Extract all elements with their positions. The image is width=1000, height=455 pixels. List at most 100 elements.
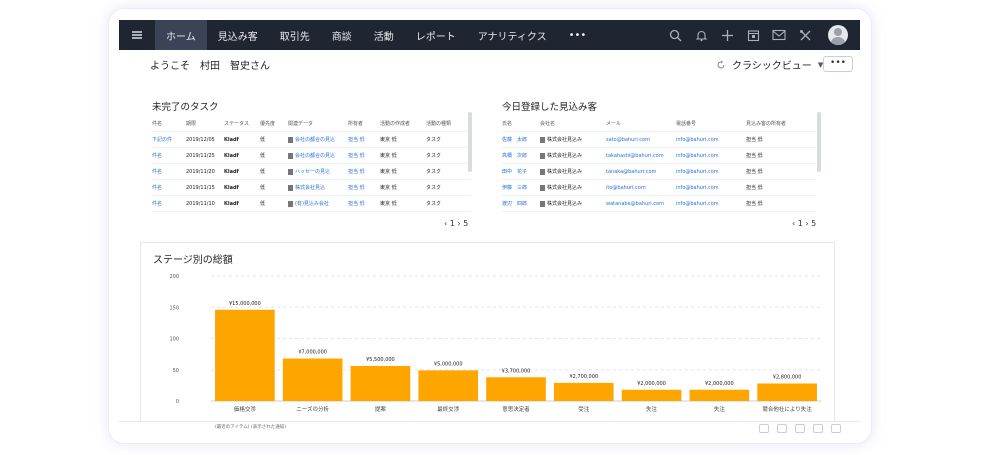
table-cell[interactable]: info@bahuri.com xyxy=(676,153,746,159)
chat-icon[interactable] xyxy=(759,424,769,433)
help-icon[interactable] xyxy=(813,424,823,433)
tab-more[interactable]: ••• xyxy=(558,20,598,50)
bar[interactable] xyxy=(757,383,817,402)
search-icon[interactable] xyxy=(662,20,688,50)
table-row[interactable]: 件名 2019/11/10 Kladf 低 (有)見込み会社 担当 低東京 低 タスク xyxy=(152,196,470,212)
column-header[interactable]: 活動の作成者 xyxy=(380,120,426,127)
bar[interactable] xyxy=(621,389,682,401)
user-avatar[interactable] xyxy=(828,25,848,45)
table-cell: 2019/11/20 xyxy=(186,168,215,175)
column-header[interactable]: メール xyxy=(606,120,676,127)
notes-icon[interactable] xyxy=(795,424,805,433)
table-cell[interactable]: 担当 低 xyxy=(348,184,380,191)
table-cell[interactable]: (有)見込み会社 xyxy=(288,200,348,207)
table-cell[interactable]: info@bahuri.com xyxy=(676,201,746,207)
contacts-icon[interactable] xyxy=(777,424,787,433)
tab-reports[interactable]: レポート xyxy=(405,20,467,50)
table-cell[interactable]: 担当 低 xyxy=(348,152,380,159)
bar-data-label: ¥5,500,000 xyxy=(366,357,395,363)
leads-page-current: 1 xyxy=(797,219,803,228)
table-cell[interactable]: info@bahuri.com xyxy=(676,169,746,175)
column-header[interactable]: 優先度 xyxy=(260,120,288,127)
table-cell[interactable]: ハッセーの見込 xyxy=(288,168,348,175)
table-row[interactable]: 渡辺 四郎 株式会社見込み watanabe@bahuri.com info@bahu… xyxy=(502,196,816,212)
table-cell[interactable]: sato@bahuri.com xyxy=(606,137,676,143)
table-row[interactable]: 高橋 次郎 株式会社見込み takahashi@bahuri.com info@bah… xyxy=(502,148,816,164)
chevron-left-icon[interactable]: ‹ xyxy=(792,219,795,228)
table-cell[interactable]: 件名 xyxy=(152,168,186,175)
bar-data-label: ¥2,800,000 xyxy=(773,375,802,381)
table-cell[interactable]: 渡辺 四郎 xyxy=(502,200,540,207)
column-header[interactable]: 活動の種類 xyxy=(426,120,470,127)
bar[interactable] xyxy=(350,366,411,401)
table-cell[interactable]: 件名 xyxy=(152,184,186,191)
column-header[interactable]: 会社名 xyxy=(540,120,606,127)
table-cell[interactable]: 会社の都合の見込 xyxy=(288,136,348,143)
tab-deals[interactable]: 商談 xyxy=(321,20,363,50)
table-row[interactable]: 佐藤 太郎 株式会社見込み sato@bahuri.com info@bahuri.c… xyxy=(502,132,816,148)
plus-icon[interactable] xyxy=(714,20,740,50)
table-cell[interactable]: watanabe@bahuri.com xyxy=(606,201,676,207)
table-cell[interactable]: 佐藤 太郎 xyxy=(502,136,540,143)
bar[interactable] xyxy=(486,377,546,401)
feedback-icon[interactable] xyxy=(831,424,841,433)
table-cell[interactable]: takahashi@bahuri.com xyxy=(606,153,676,159)
x-category-label: 意思決定者 xyxy=(502,405,530,413)
column-header[interactable]: 期限 xyxy=(186,120,224,127)
more-options-button[interactable]: ••• xyxy=(823,56,853,72)
table-row[interactable]: 件名 2019/11/25 Kladf 低 会社の都合の見込 担当 低東京 低 タスク xyxy=(152,148,470,164)
column-header[interactable]: 件名 xyxy=(152,120,186,127)
record-icon xyxy=(540,136,545,143)
bar[interactable] xyxy=(215,309,275,401)
table-cell[interactable]: 担当 低 xyxy=(348,136,380,143)
calendar-icon[interactable] xyxy=(740,20,766,50)
chevron-left-icon[interactable]: ‹ xyxy=(444,219,447,228)
tab-analytics[interactable]: アナリティクス xyxy=(467,20,558,50)
mail-icon[interactable] xyxy=(766,20,792,50)
chevron-right-icon[interactable]: › xyxy=(457,219,460,228)
table-cell[interactable]: 株式会社見込 xyxy=(288,184,348,191)
column-header[interactable]: 関連データ xyxy=(288,120,348,127)
table-cell[interactable]: 会社の都合の見込 xyxy=(288,152,348,159)
bell-icon[interactable] xyxy=(688,20,714,50)
chart-title: ステージ別の総額 xyxy=(153,253,233,266)
table-cell[interactable]: 件名 xyxy=(152,152,186,159)
bar[interactable] xyxy=(418,370,479,401)
bar[interactable] xyxy=(282,358,343,402)
column-header[interactable]: 氏名 xyxy=(502,120,540,127)
table-cell[interactable]: info@bahuri.com xyxy=(676,137,746,143)
table-cell[interactable]: 担当 低 xyxy=(348,200,380,207)
column-header[interactable]: 所有者 xyxy=(348,120,380,127)
tab-accounts[interactable]: 取引先 xyxy=(269,20,321,50)
table-row[interactable]: 田中 花子 株式会社見込み tanaka@bahuri.com info@bahuri… xyxy=(502,164,816,180)
column-header[interactable]: 見込み客の所有者 xyxy=(746,120,816,127)
table-cell[interactable]: info@bahuri.com xyxy=(676,185,746,191)
table-cell[interactable]: 伊藤 三郎 xyxy=(502,184,540,191)
column-header[interactable]: 電話番号 xyxy=(676,120,746,127)
view-selector[interactable]: クラシックビュー ▼ xyxy=(716,57,823,72)
tab-home[interactable]: ホーム xyxy=(155,20,207,50)
settings-tools-icon[interactable] xyxy=(792,20,818,50)
y-tick-label: 100 xyxy=(169,337,179,343)
table-cell[interactable]: 下記の件 xyxy=(152,136,186,143)
table-row[interactable]: 件名 2019/11/20 Kladf 低 ハッセーの見込 担当 低東京 低 タスク xyxy=(152,164,470,180)
table-cell[interactable]: 担当 低 xyxy=(348,168,380,175)
table-cell[interactable]: 田中 花子 xyxy=(502,168,540,175)
table-cell[interactable]: tanaka@bahuri.com xyxy=(606,169,676,175)
bar[interactable] xyxy=(553,382,614,401)
table-cell[interactable]: 高橋 次郎 xyxy=(502,152,540,159)
tasks-scrollbar[interactable] xyxy=(468,112,472,172)
chevron-right-icon[interactable]: › xyxy=(805,219,808,228)
table-row[interactable]: 伊藤 三郎 株式会社見込み ito@bahuri.com info@bahuri.co… xyxy=(502,180,816,196)
column-header[interactable]: ステータス xyxy=(224,120,260,127)
table-cell[interactable]: 件名 xyxy=(152,200,186,207)
table-row[interactable]: 下記の件 2019/12/05 Kladf 低 会社の都合の見込 担当 低東京 低 タスク xyxy=(152,132,470,148)
hamburger-menu-icon[interactable] xyxy=(119,20,155,50)
tab-leads[interactable]: 見込み客 xyxy=(207,20,269,50)
refresh-icon[interactable] xyxy=(716,60,726,70)
tab-activities[interactable]: 活動 xyxy=(363,20,405,50)
table-row[interactable]: 件名 2019/11/15 Kladf 低 株式会社見込 担当 低東京 低 タスク xyxy=(152,180,470,196)
table-cell[interactable]: ito@bahuri.com xyxy=(606,185,676,191)
bar[interactable] xyxy=(689,389,750,401)
leads-scrollbar[interactable] xyxy=(817,112,821,172)
